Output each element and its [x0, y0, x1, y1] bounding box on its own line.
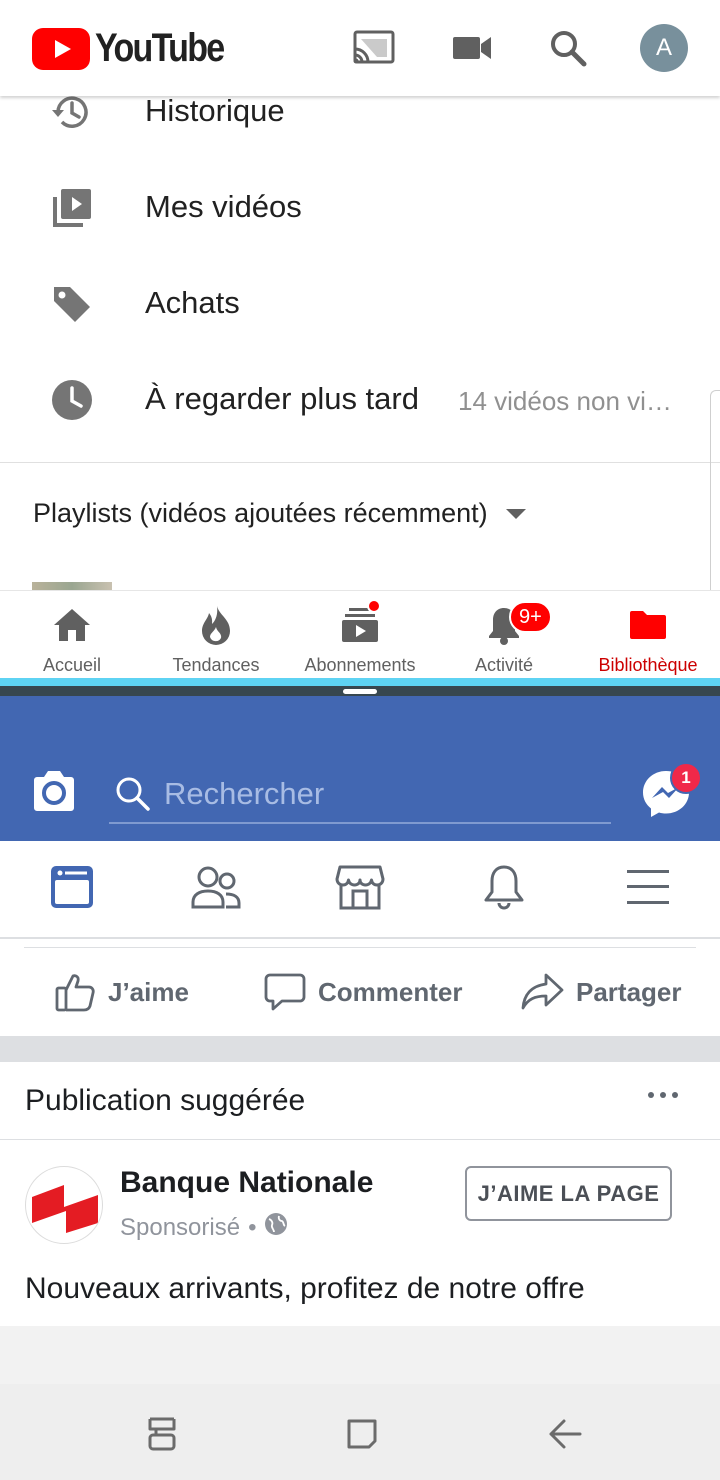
post-text: Nouveaux arrivants, profitez de notre of… [25, 1272, 585, 1305]
suggested-post-card: Publication suggérée Banque Nationale Sp… [0, 1062, 720, 1326]
clock-icon [48, 376, 96, 424]
playlists-sort-dropdown[interactable]: Playlists (vidéos ajoutées récemment) [33, 498, 526, 529]
tag-icon [48, 280, 96, 328]
notification-count-badge: 9+ [509, 601, 552, 633]
page-avatar[interactable] [25, 1166, 103, 1244]
youtube-wordmark: YouTube [95, 26, 225, 70]
search-icon [115, 776, 151, 817]
tab-marketplace[interactable] [288, 841, 432, 937]
youtube-logo[interactable]: YouTube [32, 26, 246, 71]
account-avatar[interactable]: A [640, 24, 688, 72]
like-page-button[interactable]: J’AIME LA PAGE [465, 1166, 672, 1221]
nav-label: Bibliothèque [598, 655, 698, 675]
bell-icon [482, 863, 526, 916]
watch-later-count: 14 vidéos non vi… [458, 386, 672, 416]
trending-fire-icon [194, 605, 238, 645]
hamburger-menu-icon [625, 867, 671, 912]
friends-icon [190, 864, 242, 915]
youtube-bottom-nav: Accueil Tendances Abonnements 9+ Activit… [0, 590, 720, 678]
back-arrow-icon[interactable] [544, 1414, 584, 1454]
library-item-label: Historique [145, 93, 285, 128]
library-item-label: À regarder plus tard [145, 381, 419, 416]
thumbs-up-icon [54, 971, 96, 1013]
tab-menu[interactable] [576, 841, 720, 937]
sponsored-label: Sponsorisé [120, 1213, 241, 1241]
dropdown-caret-icon [505, 508, 526, 519]
youtube-header: YouTube A [0, 0, 720, 96]
like-label: J’aime [108, 976, 189, 1007]
split-screen-handle[interactable] [343, 689, 377, 694]
divider [0, 462, 720, 463]
comment-label: Commenter [318, 976, 463, 1007]
facebook-tab-bar [0, 841, 720, 939]
library-item-label: Achats [145, 285, 240, 320]
like-button[interactable]: J’aime [54, 948, 189, 1036]
android-navigation-bar [0, 1384, 720, 1480]
library-folder-icon [626, 605, 670, 645]
home-button-icon[interactable] [342, 1414, 382, 1454]
tab-notifications[interactable] [432, 841, 576, 937]
camera-icon[interactable] [30, 768, 78, 816]
search-icon[interactable] [544, 24, 592, 72]
more-options-icon[interactable] [648, 1092, 678, 1098]
nav-label: Activité [474, 655, 534, 675]
divider [0, 1139, 720, 1140]
nav-home[interactable]: Accueil [0, 591, 144, 679]
nav-trending[interactable]: Tendances [144, 591, 288, 679]
share-label: Partager [576, 976, 682, 1007]
comment-bubble-icon [264, 971, 306, 1013]
youtube-play-icon [32, 27, 90, 70]
nav-library[interactable]: Bibliothèque [576, 591, 720, 679]
library-item-watch-later[interactable]: À regarder plus tard 14 vidéos non vi… [0, 368, 720, 464]
tab-friends[interactable] [144, 841, 288, 937]
tab-news-feed[interactable] [0, 841, 144, 937]
recent-apps-icon[interactable] [142, 1414, 182, 1454]
nav-subscriptions[interactable]: Abonnements [288, 591, 432, 679]
comment-button[interactable]: Commenter [264, 948, 462, 1036]
share-button[interactable]: Partager [520, 948, 682, 1036]
feed-separator [0, 1036, 720, 1062]
share-arrow-icon [520, 971, 564, 1013]
cast-icon[interactable] [350, 24, 398, 72]
nav-label: Abonnements [304, 655, 416, 675]
suggested-post-title: Publication suggérée [25, 1084, 306, 1117]
library-item-purchases[interactable]: Achats [0, 272, 720, 368]
news-feed-icon [48, 863, 96, 916]
feed-background [0, 1326, 720, 1384]
new-content-dot-badge [367, 599, 381, 613]
nav-label: Tendances [172, 655, 260, 675]
split-screen-highlight [0, 678, 720, 686]
post-action-bar: J’aime Commenter Partager [0, 948, 720, 1036]
playlists-label: Playlists (vidéos ajoutées récemment) [33, 498, 488, 528]
video-camera-icon[interactable] [448, 24, 496, 72]
marketplace-shop-icon [335, 863, 385, 916]
messenger-badge: 1 [670, 762, 702, 794]
search-field[interactable]: Rechercher [109, 764, 611, 824]
my-videos-icon [48, 184, 96, 232]
library-item-label: Mes vidéos [145, 189, 302, 224]
page-name[interactable]: Banque Nationale [120, 1166, 373, 1200]
nav-label: Accueil [42, 655, 102, 675]
globe-icon [264, 1212, 288, 1243]
library-item-my-videos[interactable]: Mes vidéos [0, 176, 720, 272]
separator-dot: • [248, 1213, 257, 1241]
search-placeholder: Rechercher [164, 776, 325, 811]
home-icon [50, 605, 94, 645]
nav-activity[interactable]: 9+ Activité [432, 591, 576, 679]
sponsored-line: Sponsorisé • [120, 1212, 288, 1243]
